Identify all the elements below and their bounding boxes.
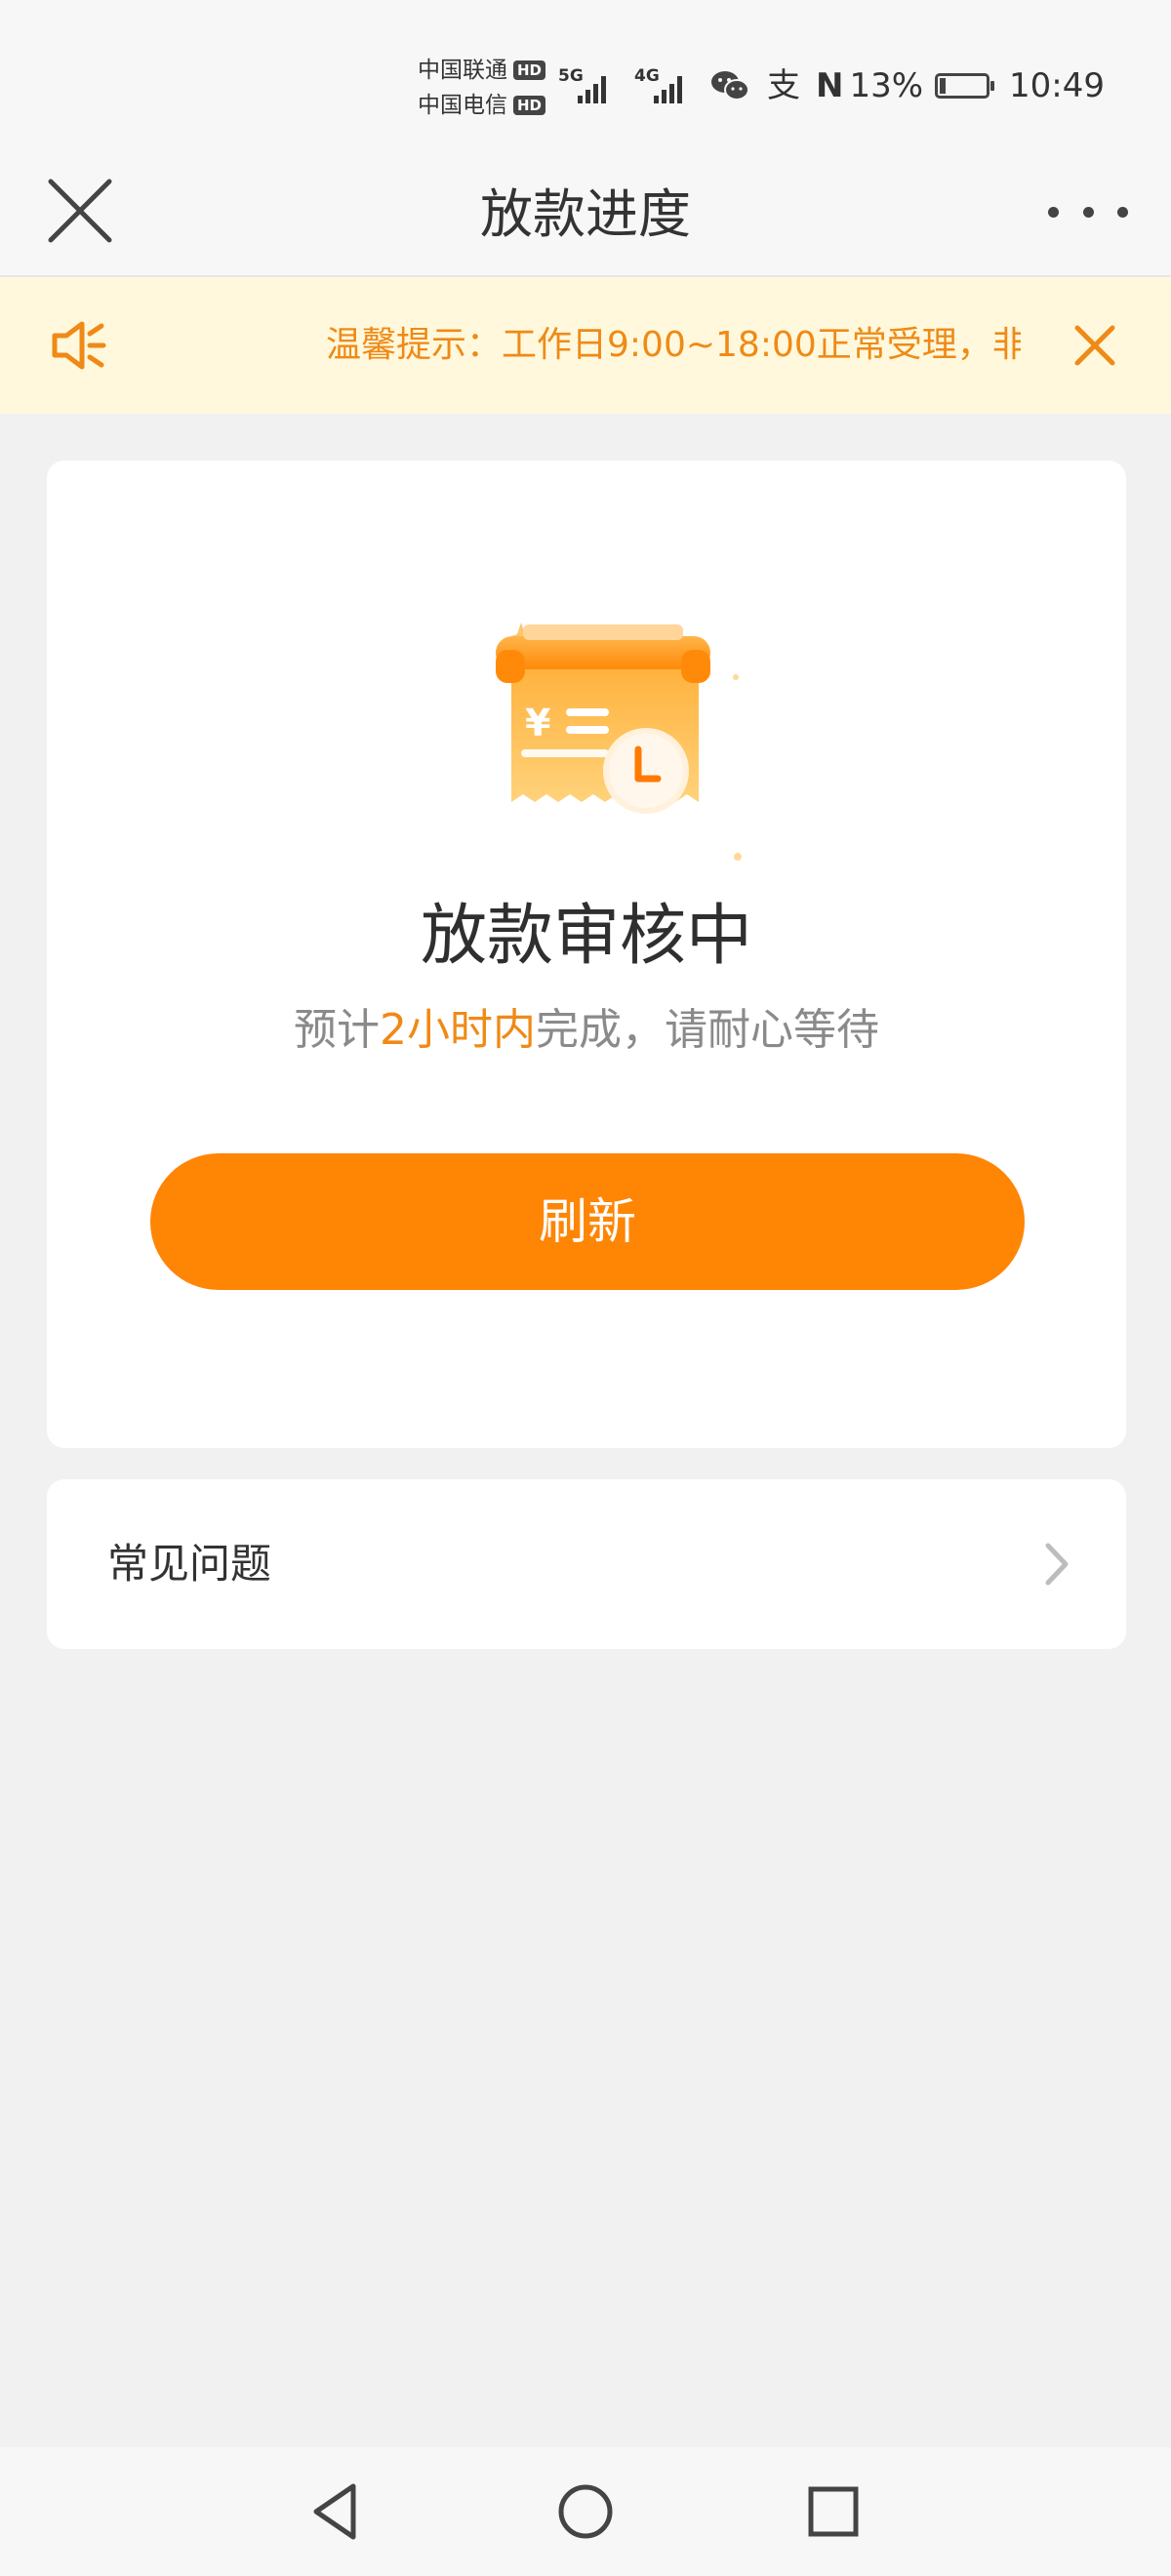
recents-square-icon[interactable] <box>794 2473 872 2551</box>
notice-text: 温馨提示：工作日9:00~18:00正常受理，非 <box>326 325 1021 365</box>
signal-5g-icon: 5G <box>558 64 621 107</box>
faq-label: 常见问题 <box>107 1540 272 1588</box>
subtitle-highlight: 2小时内 <box>380 1005 536 1055</box>
signal-4g-icon: 4G <box>634 64 697 107</box>
chevron-right-icon <box>1045 1543 1069 1586</box>
status-subtitle: 预计2小时内完成，请耐心等待 <box>47 1003 1126 1058</box>
carrier-row-1: 中国联通 HD <box>418 53 546 88</box>
home-circle-icon[interactable] <box>546 2473 625 2551</box>
carrier-name: 中国联通 <box>418 58 507 83</box>
hd-badge: HD <box>513 60 546 80</box>
battery-level <box>940 78 946 94</box>
alipay-icon: 支 <box>767 66 800 105</box>
status-bar: 中国联通 HD 中国电信 HD 5G 4G 支 N 13% 10:49 <box>0 0 1171 156</box>
receipt-clock-icon: ¥ <box>496 623 742 861</box>
carrier-info: 中国联通 HD 中国电信 HD <box>418 53 546 123</box>
carrier-row-2: 中国电信 HD <box>418 88 546 123</box>
subtitle-suffix: 完成，请耐心等待 <box>536 1005 879 1055</box>
status-title: 放款审核中 <box>420 898 752 975</box>
hd-badge: HD <box>513 96 546 115</box>
wechat-icon <box>711 71 749 101</box>
subtitle-prefix: 预计 <box>294 1005 380 1055</box>
status-right: N 13% 10:49 <box>816 60 1105 111</box>
notice-marquee: 温馨提示：工作日9:00~18:00正常受理，非 <box>326 310 1021 381</box>
clock: 10:49 <box>1009 66 1105 105</box>
battery-charging-icon <box>935 73 995 99</box>
speaker-icon <box>52 321 106 370</box>
back-triangle-icon[interactable] <box>297 2473 375 2551</box>
refresh-button[interactable]: 刷新 <box>150 1153 1025 1290</box>
nfc-icon: N <box>815 66 844 105</box>
page-title: 放款进度 <box>480 183 691 245</box>
battery-percent: 13% <box>849 66 924 105</box>
status-icons: 5G 4G 支 <box>558 60 818 111</box>
carrier-name: 中国电信 <box>418 93 507 118</box>
close-icon[interactable] <box>1070 320 1120 371</box>
system-navigation-bar <box>0 2447 1171 2576</box>
loan-status-card: ¥ 放款审核中 预计2小时内完成，请耐心等待 刷新 <box>47 461 1126 1448</box>
faq-entry[interactable]: 常见问题 <box>47 1479 1126 1649</box>
nav-bar: 放款进度 <box>0 156 1171 277</box>
svg-text:¥: ¥ <box>525 702 550 745</box>
more-icon[interactable] <box>1048 195 1128 228</box>
notice-bar: 温馨提示：工作日9:00~18:00正常受理，非 <box>0 277 1171 414</box>
